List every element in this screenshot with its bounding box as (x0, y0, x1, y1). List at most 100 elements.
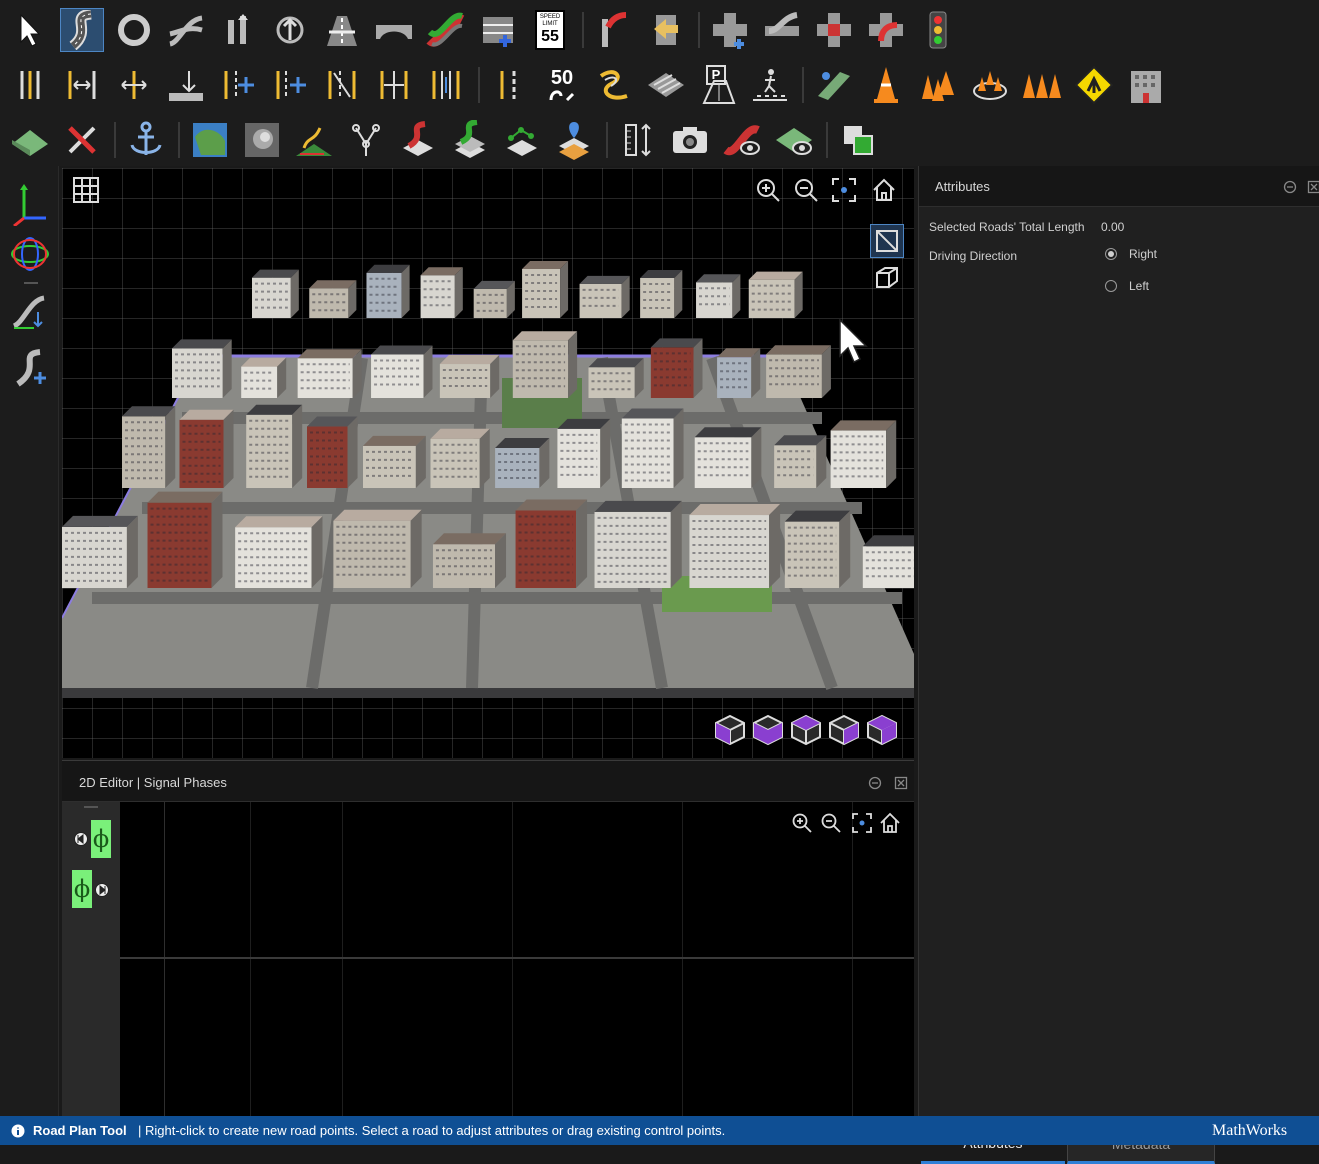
align-down-icon (10, 292, 50, 332)
road-visibility-tool-button[interactable] (720, 118, 764, 162)
junction-tool-button[interactable] (708, 8, 752, 52)
building-tool-button[interactable] (1124, 63, 1168, 107)
imagery-tool-button[interactable] (188, 118, 232, 162)
view-cube-2[interactable] (752, 714, 784, 746)
junction-corner-tool-button[interactable] (864, 8, 908, 52)
lane-divider-tool-button[interactable] (424, 63, 468, 107)
signal-phase-2[interactable]: ϕ (72, 870, 92, 908)
editor-2d-tabs[interactable]: 2D Editor | Signal Phases (79, 775, 227, 790)
editor-home-button[interactable] (878, 811, 902, 835)
scene-3d-viewport[interactable] (62, 168, 914, 758)
view-cube-3[interactable] (790, 714, 822, 746)
building-facade (831, 430, 887, 488)
close-icon[interactable] (894, 776, 908, 790)
align-down-button[interactable] (8, 290, 52, 334)
layer-pin-tool-button[interactable] (552, 118, 596, 162)
layer-stack-tool-button[interactable] (448, 118, 492, 162)
anchor-icon (128, 121, 164, 159)
building-facade (371, 354, 423, 398)
barrier-tool-button[interactable] (812, 63, 856, 107)
editor-2d-panel[interactable]: 2D Editor | Signal Phases ϕ ϕ (62, 760, 914, 1117)
add-lane-tool-button[interactable] (476, 8, 520, 52)
home-icon (879, 812, 901, 834)
close-icon[interactable] (1307, 180, 1319, 194)
radio-left[interactable] (1105, 280, 1117, 292)
crosswalk-tool-button[interactable] (748, 63, 792, 107)
previous-phase-icon[interactable] (73, 831, 89, 847)
minimize-icon[interactable] (868, 776, 882, 790)
terrain-visibility-tool-button[interactable] (772, 118, 816, 162)
lane-carve-tool-button[interactable] (112, 63, 156, 107)
cone-circle-tool-button[interactable] (968, 63, 1012, 107)
editor-fit-view-button[interactable] (850, 811, 874, 835)
lane-connector-tool-button[interactable] (592, 8, 636, 52)
building-side (291, 270, 299, 318)
axis-gizmo-button[interactable] (8, 182, 52, 226)
road-split-tool-button[interactable] (164, 8, 208, 52)
branch-tool-button[interactable] (344, 118, 388, 162)
cone-tool-button[interactable] (864, 63, 908, 107)
lane-crossing-tool-button[interactable] (320, 63, 364, 107)
tools-button[interactable] (60, 118, 104, 162)
terrain-tool-button[interactable] (8, 118, 52, 162)
road-sign-tool-button[interactable] (1072, 63, 1116, 107)
radio-right[interactable] (1105, 248, 1117, 260)
layer-road-tool-button[interactable] (396, 118, 440, 162)
building-roof (333, 510, 421, 521)
anchor-tool-button[interactable] (124, 118, 168, 162)
lane-tool-button[interactable] (320, 8, 364, 52)
lane-marking-tool-button[interactable] (8, 63, 52, 107)
camera-tool-button[interactable] (668, 118, 712, 162)
lane-merge-tool-button[interactable] (216, 8, 260, 52)
roundabout-tool-button[interactable] (112, 8, 156, 52)
overlay-icon (840, 122, 876, 158)
road-direction-tool-button[interactable] (268, 8, 312, 52)
lane-insert-tool-button[interactable] (216, 63, 260, 107)
elevation-tool-button[interactable] (292, 118, 336, 162)
lane-solid-tool-button[interactable] (488, 63, 532, 107)
rotate-gizmo-button[interactable] (8, 232, 52, 276)
speed-marking-tool-button[interactable]: 50 (540, 63, 584, 107)
lane-shift-tool-button[interactable] (644, 8, 688, 52)
cone-group-tool-button[interactable] (916, 63, 960, 107)
view-cube-4[interactable] (828, 714, 860, 746)
cone-line-tool-button[interactable] (1020, 63, 1064, 107)
overlay-tool-button[interactable] (836, 118, 880, 162)
editor-zoom-out-button[interactable] (819, 811, 843, 835)
lane-spacing-tool-button[interactable] (372, 63, 416, 107)
minimize-icon[interactable] (1283, 180, 1297, 194)
parking-tool-button[interactable]: P (696, 63, 740, 107)
heightmap-tool-button[interactable] (240, 118, 284, 162)
crosswalk-area-tool-button[interactable] (644, 63, 688, 107)
toolbar-separator (582, 12, 584, 48)
editor-zoom-in-button[interactable] (790, 811, 814, 835)
lane-icon (323, 12, 361, 48)
lane-width-tool-button[interactable] (60, 63, 104, 107)
road-style-tool-button[interactable] (424, 8, 468, 52)
building-facade (622, 418, 674, 488)
view-cube-1[interactable] (714, 714, 746, 746)
sidewalk-tool-button[interactable] (164, 63, 208, 107)
road-plan-tool-button[interactable] (60, 8, 104, 52)
signal-phase-1[interactable]: ϕ (91, 820, 111, 858)
curved-arrow-tool-button[interactable] (592, 63, 636, 107)
view-cube-5[interactable] (866, 714, 898, 746)
layer-points-tool-button[interactable] (500, 118, 544, 162)
lane-add-tool-button[interactable] (268, 63, 312, 107)
toolbar-separator (178, 122, 180, 158)
radio-right-option[interactable]: Right (1105, 246, 1225, 264)
building-side (292, 405, 302, 488)
measure-tool-button[interactable] (616, 118, 660, 162)
next-phase-icon[interactable] (94, 882, 110, 898)
bridge-tool-button[interactable] (372, 8, 416, 52)
add-road-button[interactable] (8, 346, 52, 390)
speed-limit-sign: SPEED LIMIT 55 (535, 10, 565, 50)
select-tool-button[interactable] (8, 8, 52, 52)
signal-tool-button[interactable] (916, 8, 960, 52)
speed-limit-tool-button[interactable]: SPEED LIMIT 55 (528, 8, 572, 52)
radio-left-option[interactable]: Left (1105, 278, 1225, 296)
building-side (671, 501, 682, 588)
layer-points-icon (503, 120, 541, 160)
junction-split-tool-button[interactable] (760, 8, 804, 52)
junction-edit-tool-button[interactable] (812, 8, 856, 52)
